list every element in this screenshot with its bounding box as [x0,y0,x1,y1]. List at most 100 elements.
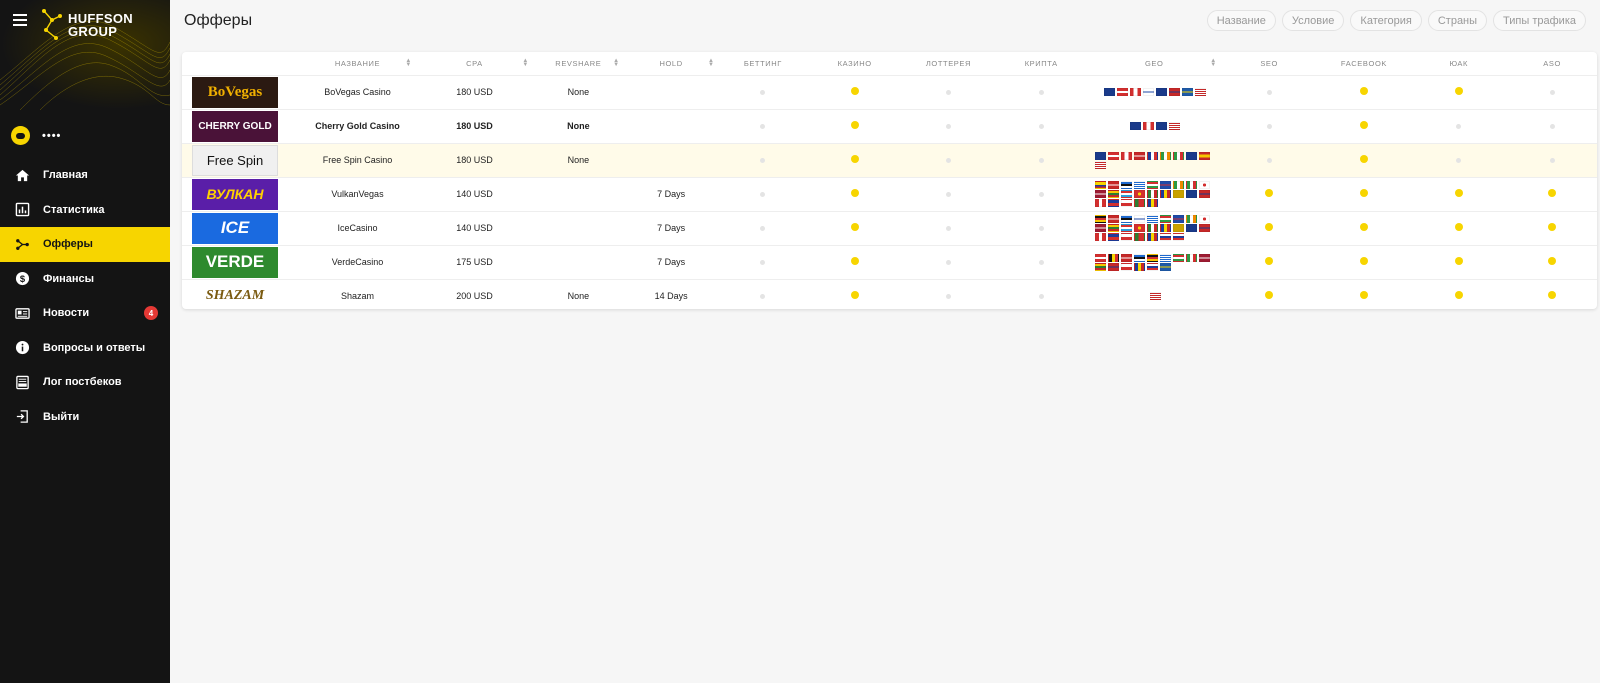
sidebar-item-info[interactable]: Вопросы и ответы [0,331,170,366]
offer-facebook-cell [1317,245,1411,280]
flag-nz-icon [1186,151,1198,160]
flag-lt-icon [1108,190,1120,198]
offer-name[interactable]: BoVegas Casino [298,75,416,110]
menu-toggle-icon[interactable] [13,14,27,26]
casino-indicator [850,223,859,231]
flag-au-icon [1104,88,1116,96]
sort-icon[interactable]: ▲ ▼ [708,58,715,68]
table-row[interactable]: CHERRY GOLD Cherry Gold Casino 180 USD None [182,109,1597,144]
offer-lottery-cell [902,75,995,110]
sort-icon[interactable]: ▲ ▼ [405,58,412,68]
filter-chip[interactable]: Условие [1281,10,1345,31]
offer-logo[interactable]: SHAZAM [192,280,278,309]
offer-logo[interactable]: CHERRY GOLD [192,110,278,142]
offer-logo[interactable]: ВУЛКАН [192,178,278,210]
filter-chip[interactable]: Категория [1350,10,1422,31]
offer-name[interactable]: VulkanVegas [298,177,416,212]
offer-revshare [532,211,624,246]
sidebar-item-dollar[interactable]: $ Финансы [0,262,170,297]
offer-name[interactable]: IceCasino [298,211,416,246]
offer-facebook-cell [1317,75,1411,110]
offer-logo[interactable]: ICE [192,212,278,244]
column-header-label: ЛОТТЕРЕЯ [925,58,972,68]
filter-chip[interactable]: Название [1206,10,1276,31]
table-row[interactable]: BoVegas BoVegas Casino 180 USD None [182,75,1597,110]
sort-icon[interactable]: ▲ ▼ [613,58,620,68]
user-profile[interactable]: •••• [11,126,61,145]
casino-indicator [850,257,859,265]
offer-logo[interactable]: Free Spin [192,144,278,176]
flag-it-icon [1173,151,1185,160]
column-header: БЕТТИНГ [718,52,808,76]
column-header[interactable]: HOLD ▲ ▼ [623,52,719,76]
offer-name[interactable]: VerdeCasino [298,245,416,280]
offer-facebook-cell [1317,279,1411,309]
offer-betting-cell [718,75,808,110]
offer-logo-cell: CHERRY GOLD [182,109,299,144]
filter-chip[interactable]: Типы трафика [1493,10,1586,31]
offer-seo-cell [1220,75,1318,110]
table-row[interactable]: VERDE VerdeCasino 175 USD 7 Days [182,245,1597,280]
table-row[interactable]: SHAZAM Shazam 200 USD None 14 Days [182,279,1597,309]
offer-geo-cell [1087,211,1221,246]
sidebar-item-logout[interactable]: Выйти [0,400,170,435]
sidebar-item-offers[interactable]: Офферы [0,227,170,262]
column-header[interactable]: CPA ▲ ▼ [415,52,533,76]
flag-nz-icon [1156,122,1168,130]
aso-indicator [1548,291,1557,299]
sort-icon[interactable]: ▲ ▼ [522,58,529,68]
offer-revshare: None [532,109,624,144]
offer-logo[interactable]: VERDE [192,246,278,278]
offer-hold [623,143,719,178]
facebook-indicator [1359,121,1368,129]
sidebar-item-home[interactable]: Главная [0,158,170,193]
filter-chip[interactable]: Страны [1427,10,1488,31]
offer-logo[interactable]: BoVegas [192,76,278,108]
offer-revshare: None [532,143,624,178]
offer-crypto-cell [994,177,1088,212]
aso-indicator [1548,189,1557,197]
offers-table: НАЗВАНИЕ ▲ ▼ CPA ▲ ▼ REVSHARE ▲ ▼ HOLD ▲ ▼ БЕТТИНГ КА… [182,52,1597,309]
flag-sk-icon [1147,262,1159,271]
flag-dk-icon [1108,181,1120,189]
column-header[interactable]: НАЗВАНИЕ ▲ ▼ [298,52,416,76]
offer-lottery-cell [902,143,995,178]
offer-name[interactable]: Shazam [298,279,416,309]
flag-pe-icon [1095,233,1107,241]
offer-hold [623,109,719,144]
home-icon [14,167,30,183]
sidebar-item-news[interactable]: Новости 4 [0,296,170,331]
flag-dk-icon [1134,151,1146,160]
betting-indicator [760,124,766,129]
sidebar-item-log[interactable]: Лог постбеков [0,365,170,400]
offer-uac-cell [1410,279,1508,309]
offer-revshare [532,245,624,280]
brand-logo[interactable]: HUFFSON GROUP [40,8,133,42]
flag-se-icon [1182,88,1194,96]
sidebar-item-chart[interactable]: Статистика [0,193,170,228]
column-header[interactable]: REVSHARE ▲ ▼ [532,52,624,76]
offer-uac-cell [1410,245,1508,280]
table-row[interactable]: Free Spin Free Spin Casino 180 USD None [182,143,1597,178]
flag-mx-icon [1147,190,1159,198]
offer-name[interactable]: Cherry Gold Casino [298,109,416,144]
table-row[interactable]: ВУЛКАН VulkanVegas 140 USD 7 Days [182,177,1597,212]
column-header[interactable]: GEO ▲ ▼ [1087,52,1221,76]
offer-casino-cell [807,75,903,110]
uac-indicator [1454,87,1463,95]
sort-icon[interactable]: ▲ ▼ [1210,58,1217,68]
flag-md-icon [1160,224,1172,232]
flag-dk-icon [1121,253,1133,262]
betting-indicator [760,158,766,163]
offer-casino-cell [807,143,903,178]
offer-name[interactable]: Free Spin Casino [298,143,416,178]
flag-lv-icon [1199,253,1211,262]
page-title: Офферы [184,12,253,29]
column-header-label: FACEBOOK [1340,58,1387,68]
flag-pt-icon [1134,199,1146,207]
offer-betting-cell [718,245,808,280]
offer-revshare: None [532,279,624,309]
casino-indicator [850,87,859,95]
table-row[interactable]: ICE IceCasino 140 USD 7 Days [182,211,1597,246]
flag-au-icon [1130,122,1142,130]
